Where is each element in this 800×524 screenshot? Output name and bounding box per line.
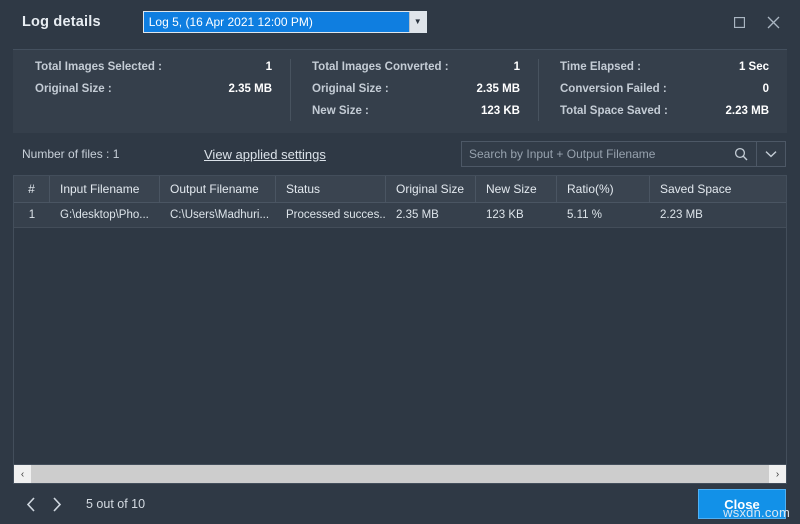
- stat-original-size-selected: Original Size : 2.35 MB: [35, 83, 272, 95]
- cell-original-size: 2.35 MB: [396, 209, 439, 221]
- stat-value: 0: [762, 83, 769, 95]
- cell-new-size: 123 KB: [486, 209, 524, 221]
- footer-bar: 5 out of 10 Close: [0, 484, 800, 524]
- stat-value: 1 Sec: [738, 61, 769, 73]
- chevron-right-icon[interactable]: [44, 491, 70, 517]
- chevron-down-icon[interactable]: [756, 142, 785, 166]
- maximize-icon[interactable]: [724, 8, 754, 36]
- column-header-saved-space[interactable]: Saved Space: [650, 176, 786, 202]
- stat-value: 1: [513, 61, 520, 73]
- cell-index: 1: [28, 209, 36, 221]
- scroll-left-icon[interactable]: ‹: [14, 465, 31, 483]
- stat-value: 2.35 MB: [228, 83, 272, 95]
- page-title: Log details: [22, 14, 101, 30]
- stat-label: Total Images Converted :: [312, 61, 449, 73]
- stat-total-space-saved: Total Space Saved : 2.23 MB: [560, 105, 769, 117]
- column-header-original-size[interactable]: Original Size: [386, 176, 476, 202]
- column-header-index[interactable]: #: [14, 176, 50, 202]
- column-header-input-filename[interactable]: Input Filename: [50, 176, 160, 202]
- stat-label: New Size :: [312, 105, 369, 117]
- log-selector-value: Log 5, (16 Apr 2021 12:00 PM): [143, 12, 409, 32]
- search-icon[interactable]: [726, 142, 756, 166]
- stat-label: Total Space Saved :: [560, 105, 668, 117]
- stat-value: 2.35 MB: [476, 83, 520, 95]
- column-header-ratio[interactable]: Ratio(%): [557, 176, 650, 202]
- log-details-window: Log details Log 5, (16 Apr 2021 12:00 PM…: [0, 0, 800, 524]
- scroll-right-icon[interactable]: ›: [769, 465, 786, 483]
- stat-label: Time Elapsed :: [560, 61, 641, 73]
- search-input[interactable]: [462, 142, 726, 166]
- chevron-left-icon[interactable]: [18, 491, 44, 517]
- column-header-new-size[interactable]: New Size: [476, 176, 557, 202]
- stat-total-images-selected: Total Images Selected : 1: [35, 61, 272, 73]
- close-icon[interactable]: [758, 8, 788, 36]
- chevron-down-icon[interactable]: ▼: [408, 12, 426, 32]
- stat-label: Total Images Selected :: [35, 61, 162, 73]
- horizontal-scrollbar[interactable]: ‹ ›: [14, 464, 786, 483]
- stat-value: 123 KB: [481, 105, 520, 117]
- stat-original-size-converted: Original Size : 2.35 MB: [312, 83, 520, 95]
- page-status-label: 5 out of 10: [86, 497, 146, 511]
- stats-column-summary: Time Elapsed : 1 Sec Conversion Failed :…: [538, 59, 787, 133]
- files-count-label: Number of files : 1: [22, 147, 120, 161]
- stats-column-selected: Total Images Selected : 1 Original Size …: [13, 61, 290, 133]
- stat-time-elapsed: Time Elapsed : 1 Sec: [560, 61, 769, 73]
- stat-value: 2.23 MB: [725, 105, 769, 117]
- window-controls: [724, 8, 794, 36]
- close-button[interactable]: Close: [698, 489, 786, 519]
- table-header-row: # Input Filename Output Filename Status …: [14, 176, 786, 203]
- table-body: 1 G:\desktop\Pho... C:\Users\Madhuri... …: [14, 203, 786, 464]
- search-box[interactable]: [461, 141, 786, 167]
- cell-output-filename: C:\Users\Madhuri...: [170, 209, 270, 221]
- scrollbar-track[interactable]: [31, 465, 769, 483]
- column-header-status[interactable]: Status: [276, 176, 386, 202]
- stat-label: Conversion Failed :: [560, 83, 667, 95]
- summary-stats-panel: Total Images Selected : 1 Original Size …: [13, 49, 787, 133]
- table-toolbar: Number of files : 1 View applied setting…: [0, 133, 800, 175]
- cell-input-filename: G:\desktop\Pho...: [60, 209, 149, 221]
- stat-conversion-failed: Conversion Failed : 0: [560, 83, 769, 95]
- log-selector-dropdown[interactable]: Log 5, (16 Apr 2021 12:00 PM) ▼: [142, 11, 427, 33]
- stat-total-images-converted: Total Images Converted : 1: [312, 61, 520, 73]
- stats-panel-wrap: Total Images Selected : 1 Original Size …: [0, 44, 800, 133]
- stat-label: Original Size :: [312, 83, 389, 95]
- cell-status: Processed succes...: [286, 209, 386, 221]
- view-applied-settings-link[interactable]: View applied settings: [204, 147, 326, 162]
- stat-value: 1: [265, 61, 272, 73]
- cell-saved-space: 2.23 MB: [660, 209, 703, 221]
- stat-new-size: New Size : 123 KB: [312, 105, 520, 117]
- cell-ratio: 5.11 %: [567, 209, 602, 221]
- table-row[interactable]: 1 G:\desktop\Pho... C:\Users\Madhuri... …: [14, 203, 786, 228]
- stat-label: Original Size :: [35, 83, 112, 95]
- titlebar: Log details Log 5, (16 Apr 2021 12:00 PM…: [0, 0, 800, 44]
- column-header-output-filename[interactable]: Output Filename: [160, 176, 276, 202]
- stats-column-converted: Total Images Converted : 1 Original Size…: [290, 59, 538, 133]
- log-table: # Input Filename Output Filename Status …: [13, 175, 787, 484]
